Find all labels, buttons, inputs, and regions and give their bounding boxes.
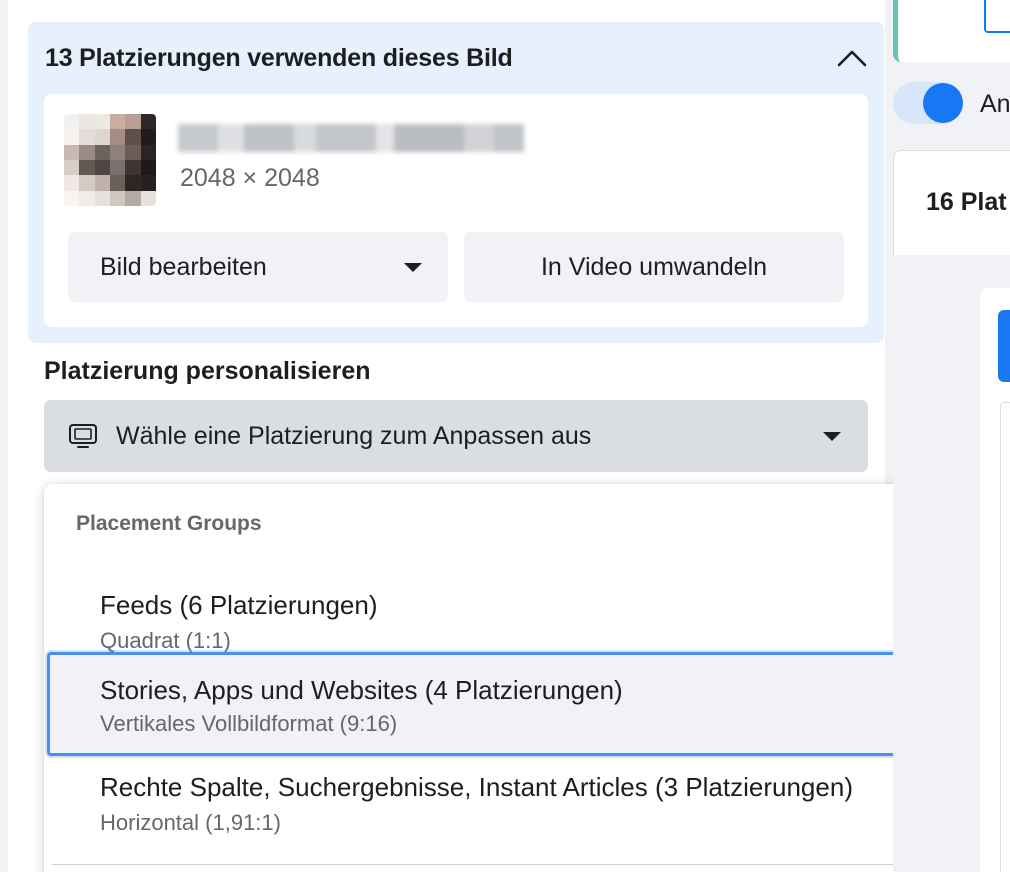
left-gutter	[0, 0, 8, 872]
edit-icon[interactable]	[984, 0, 1010, 33]
chevron-up-icon[interactable]	[834, 40, 870, 76]
option-title: Rechte Spalte, Suchergebnisse, Instant A…	[100, 772, 853, 802]
top-card	[893, 0, 1010, 62]
caret-down-icon	[823, 432, 841, 441]
option-title: Feeds (6 Platzierungen)	[100, 590, 378, 620]
image-info-card: 2048 × 2048 Bild bearbeiten In Video umw…	[44, 94, 868, 327]
option-subtitle: Horizontal (1,91:1)	[100, 810, 281, 835]
placements-card-title: 16 Plat	[926, 188, 1007, 216]
edit-image-label: Bild bearbeiten	[100, 252, 267, 281]
placement-groups-header: Placement Groups	[76, 512, 262, 535]
option-right-column[interactable]: Rechte Spalte, Suchergebnisse, Instant A…	[48, 754, 930, 854]
image-usage-panel: 13 Platzierungen verwenden dieses Bild 2…	[28, 22, 884, 343]
image-usage-title: 13 Platzierungen verwenden dieses Bild	[45, 44, 513, 72]
preview-blue-tab[interactable]	[998, 310, 1010, 382]
dropdown-divider	[52, 864, 926, 865]
preview-column: An 16 Plat	[893, 0, 1010, 872]
placement-dropdown-menu: Placement Groups Feeds (6 Platzierungen)…	[44, 484, 934, 872]
convert-to-video-label: In Video umwandeln	[540, 252, 768, 281]
option-stories-apps-websites[interactable]: Stories, Apps und Websites (4 Platzierun…	[47, 652, 931, 756]
option-title: Stories, Apps und Websites (4 Platzierun…	[100, 675, 623, 705]
placement-select-label: Wähle eine Platzierung zum Anpassen aus	[116, 422, 592, 450]
image-thumbnail	[64, 114, 156, 206]
preview-toggle[interactable]	[893, 82, 963, 124]
toggle-knob	[923, 83, 963, 123]
filename-redacted	[178, 124, 524, 152]
image-dimensions: 2048 × 2048	[180, 164, 320, 192]
option-subtitle: Quadrat (1:1)	[100, 628, 231, 653]
toggle-label: An	[980, 90, 1010, 118]
monitor-icon	[69, 424, 97, 448]
edit-image-button[interactable]: Bild bearbeiten	[68, 232, 448, 302]
personalize-title: Platzierung personalisieren	[44, 357, 371, 385]
caret-down-icon	[404, 263, 422, 272]
ad-creative-editor: 13 Platzierungen verwenden dieses Bild 2…	[0, 0, 1010, 872]
option-subtitle: Vertikales Vollbildformat (9:16)	[100, 711, 398, 736]
convert-to-video-button[interactable]: In Video umwandeln	[464, 232, 844, 302]
preview-frame	[1000, 402, 1010, 872]
placement-select[interactable]: Wähle eine Platzierung zum Anpassen aus	[44, 400, 868, 472]
